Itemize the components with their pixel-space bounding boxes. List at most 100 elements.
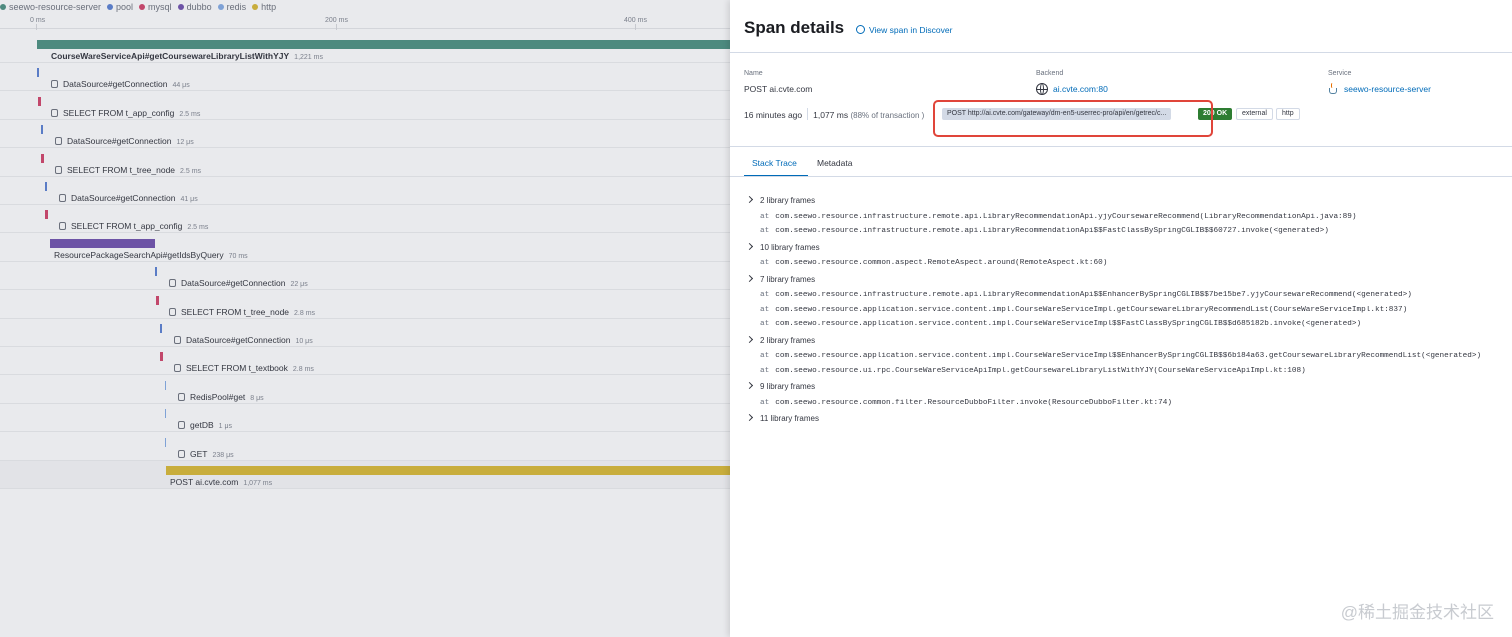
- span-row[interactable]: DataSource#getConnection 44 μs: [0, 63, 730, 92]
- span-row[interactable]: CourseWareServiceApi#getCoursewareLibrar…: [0, 35, 730, 63]
- span-label: SELECT FROM t_tree_node 2.8 ms: [169, 307, 315, 317]
- span-bar[interactable]: [160, 324, 162, 333]
- database-icon: [51, 80, 58, 89]
- library-frames-toggle[interactable]: 10 library frames: [746, 242, 1512, 260]
- backend-value: ai.cvte.com:80: [1053, 84, 1108, 94]
- service-legend: seewo-resource-server pool mysql dubbo redis…: [0, 2, 282, 12]
- library-frames-toggle[interactable]: 2 library frames: [746, 335, 1512, 353]
- frame-text: com.seewo.resource.application.service.c…: [775, 305, 1408, 314]
- span-name: CourseWareServiceApi#getCoursewareLibrar…: [51, 51, 290, 61]
- library-frames-label: 9 library frames: [760, 382, 816, 391]
- frame-at-keyword: at: [760, 305, 770, 314]
- frame-at-keyword: at: [760, 366, 770, 375]
- span-row[interactable]: SELECT FROM t_app_config 2.5 ms: [0, 205, 730, 234]
- span-bar[interactable]: [160, 352, 163, 362]
- span-bar[interactable]: [45, 210, 48, 220]
- span-bar[interactable]: [50, 238, 155, 248]
- span-name: SELECT FROM t_tree_node: [181, 306, 290, 317]
- span-row[interactable]: SELECT FROM t_app_config 2.5 ms: [0, 92, 730, 120]
- span-name: DataSource#getConnection: [67, 136, 172, 147]
- span-row[interactable]: SELECT FROM t_tree_node 2.8 ms: [0, 291, 730, 319]
- axis-tick: [36, 24, 37, 30]
- database-icon: [169, 279, 176, 288]
- database-icon: [59, 222, 66, 231]
- header-divider: [730, 52, 1512, 53]
- span-duration-label: 2.5 ms: [179, 110, 201, 118]
- library-frames-toggle[interactable]: 2 library frames: [746, 195, 1512, 213]
- legend-dot-icon: [107, 4, 114, 10]
- axis-tick-label: 400 ms: [624, 17, 647, 24]
- library-frames-toggle[interactable]: 7 library frames: [746, 274, 1512, 292]
- span-row[interactable]: SELECT FROM t_tree_node 2.5 ms: [0, 149, 730, 177]
- span-bar[interactable]: [165, 409, 166, 419]
- legend-dot-icon: [177, 4, 184, 10]
- span-row[interactable]: DataSource#getConnection 12 μs: [0, 120, 730, 149]
- database-icon: [59, 194, 66, 202]
- span-row[interactable]: RedisPool#get 8 μs: [0, 376, 730, 404]
- legend-item: seewo-resource-server: [0, 2, 101, 12]
- span-duration-label: 12 μs: [176, 139, 194, 147]
- tag-http-badge: http: [1276, 108, 1300, 120]
- name-value: POST ai.cvte.com: [744, 84, 813, 94]
- span-row[interactable]: ResourcePackageSearchApi#getIdsByQuery 70…: [0, 234, 730, 262]
- service-label: Service: [1328, 70, 1352, 77]
- span-duration-label: 1 μs: [218, 423, 232, 431]
- span-bar[interactable]: [37, 40, 730, 49]
- database-icon: [174, 364, 181, 373]
- span-duration-label: 1,221 ms: [294, 54, 323, 61]
- span-bar[interactable]: [41, 125, 43, 135]
- span-name: POST ai.cvte.com: [170, 477, 239, 487]
- service-link[interactable]: seewo-resource-server: [1328, 83, 1431, 95]
- span-bar[interactable]: [156, 295, 159, 305]
- library-frames-toggle[interactable]: 11 library frames: [746, 413, 1512, 431]
- span-row[interactable]: POST ai.cvte.com 1,077 ms: [0, 461, 730, 489]
- stack-frame: at com.seewo.resource.application.service…: [746, 352, 1512, 367]
- span-row[interactable]: GET 238 μs: [0, 433, 730, 461]
- span-name: SELECT FROM t_app_config: [63, 107, 175, 118]
- backend-link[interactable]: ai.cvte.com:80: [1036, 83, 1108, 95]
- span-bar[interactable]: [165, 437, 166, 447]
- span-label: DataSource#getConnection 22 μs: [169, 278, 308, 288]
- view-in-discover-label: View span in Discover: [869, 25, 953, 35]
- span-row[interactable]: getDB 1 μs: [0, 404, 730, 433]
- span-duration-label: 238 μs: [212, 451, 234, 459]
- span-name: ResourcePackageSearchApi#getIdsByQuery: [54, 249, 224, 260]
- frame-at-keyword: at: [760, 227, 770, 235]
- span-row[interactable]: DataSource#getConnection 41 μs: [0, 177, 730, 205]
- tag-external-badge: external: [1236, 108, 1273, 120]
- span-name: DataSource#getConnection: [63, 79, 168, 90]
- view-in-discover-link[interactable]: View span in Discover: [856, 25, 952, 35]
- backend-label: Backend: [1036, 70, 1064, 77]
- span-bar[interactable]: [38, 96, 41, 106]
- legend-item: mysql: [139, 2, 172, 12]
- legend-label: redis: [226, 2, 247, 12]
- legend-dot-icon: [0, 4, 6, 10]
- span-row[interactable]: SELECT FROM t_textbook 2.8 ms: [0, 347, 730, 376]
- span-bar[interactable]: [165, 380, 166, 390]
- span-row[interactable]: DataSource#getConnection 22 μs: [0, 262, 730, 291]
- span-label: getDB 1 μs: [178, 420, 232, 430]
- tab-stack-trace[interactable]: Stack Trace: [752, 158, 797, 168]
- database-icon: [55, 137, 62, 146]
- span-bar[interactable]: [37, 68, 39, 78]
- database-icon: [178, 392, 185, 401]
- library-frames-toggle[interactable]: 9 library frames: [746, 381, 1512, 399]
- span-bar[interactable]: [155, 267, 157, 277]
- tab-metadata[interactable]: Metadata: [817, 158, 852, 168]
- span-details-flyout: Span details View span in Discover Name …: [730, 0, 1512, 637]
- database-icon: [55, 165, 62, 174]
- legend-label: http: [261, 2, 277, 12]
- span-bar[interactable]: [45, 182, 47, 191]
- span-row[interactable]: DataSource#getConnection 10 μs: [0, 319, 730, 347]
- span-duration-label: 2.8 ms: [294, 309, 316, 317]
- legend-label: dubbo: [186, 2, 212, 12]
- span-label: RedisPool#get 8 μs: [178, 392, 264, 402]
- library-frames-label: 2 library frames: [760, 196, 816, 205]
- axis-tick-label: 200 ms: [325, 17, 348, 24]
- span-bar[interactable]: [41, 153, 44, 163]
- library-frames-label: 7 library frames: [760, 274, 816, 284]
- span-bar[interactable]: [166, 466, 730, 475]
- span-label: DataSource#getConnection 41 μs: [59, 193, 198, 203]
- frame-at-keyword: at: [760, 212, 770, 221]
- summary-divider: [807, 108, 809, 120]
